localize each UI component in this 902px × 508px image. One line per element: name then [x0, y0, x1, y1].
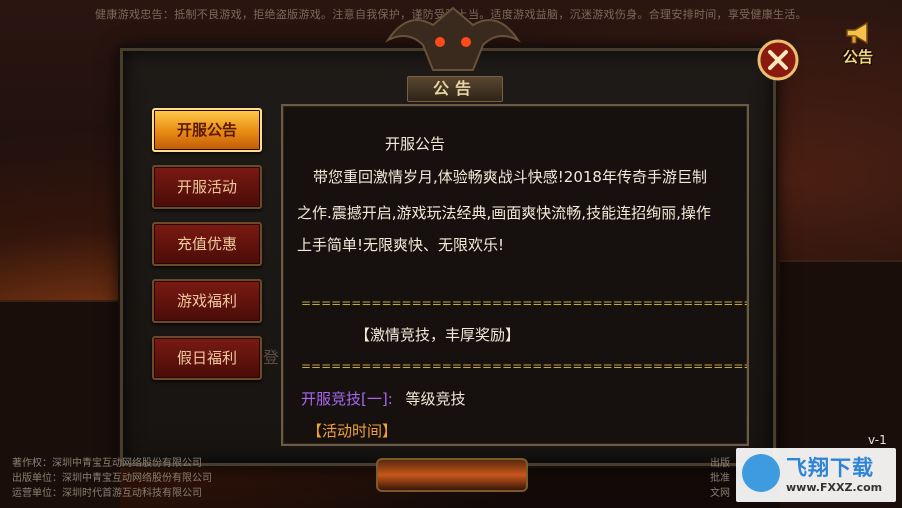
- background-login-text: 登: [263, 348, 280, 367]
- tab-server-opening-notice[interactable]: 开服公告: [152, 108, 262, 152]
- watermark-logo-icon: [742, 454, 780, 492]
- version-label: v-1: [868, 433, 887, 447]
- demon-skull-ornament: [385, 6, 521, 71]
- site-watermark: 飞翔下载 www.FXXZ.com: [736, 448, 896, 502]
- footer-right-line: 批准: [710, 473, 730, 484]
- content-line-3: 上手简单!无限爽快、无限欢乐!: [297, 236, 505, 254]
- separator-top: ========================================…: [301, 296, 749, 310]
- bottom-ornament: [376, 458, 528, 492]
- footer-operator-line: 运营单位：深圳时代首游互动科技有限公司: [12, 488, 202, 499]
- footer-right-line: 出版: [710, 458, 730, 469]
- footer-publisher-line: 出版单位：深圳中青宝互动网络股份有限公司: [12, 473, 212, 484]
- content-line-1: 带您重回激情岁月,体验畅爽战斗快感!2018年传奇手游巨制: [313, 168, 707, 186]
- activity-label: 开服竞技[一]:: [301, 390, 393, 408]
- footer-right-line: 文网: [710, 488, 730, 499]
- tab-game-benefits[interactable]: 游戏福利: [152, 279, 262, 323]
- announcement-content[interactable]: 开服公告 带您重回激情岁月,体验畅爽战斗快感!2018年传奇手游巨制 之作.震撼…: [281, 104, 749, 446]
- watermark-name: 飞翔下载: [786, 456, 874, 480]
- notice-button[interactable]: 公告: [836, 20, 880, 70]
- notice-button-label: 公告: [842, 48, 873, 66]
- dialog-title-plate: 公告: [407, 76, 503, 102]
- section-title: 【激情竞技，丰厚奖励】: [355, 326, 521, 344]
- separator-bottom: ========================================…: [301, 359, 749, 373]
- close-icon[interactable]: [756, 38, 800, 82]
- dialog-title: 公告: [432, 79, 477, 98]
- footer-copyright: 著作权：深圳中青宝互动网络股份有限公司 出版单位：深圳中青宝互动网络股份有限公司…: [12, 456, 212, 501]
- footer-copyright-line: 著作权：深圳中青宝互动网络股份有限公司: [12, 458, 202, 469]
- watermark-url: www.FXXZ.com: [786, 481, 883, 494]
- tab-recharge-offers[interactable]: 充值优惠: [152, 222, 262, 266]
- tab-server-opening-events[interactable]: 开服活动: [152, 165, 262, 209]
- content-heading: 开服公告: [385, 135, 446, 153]
- activity-value: 等级竞技: [405, 390, 466, 408]
- tab-holiday-benefits[interactable]: 假日福利: [152, 336, 262, 380]
- horn-icon: [846, 21, 868, 45]
- content-line-2: 之作.震撼开启,游戏玩法经典,画面爽快流畅,技能连招绚丽,操作: [297, 204, 711, 222]
- activity-time-label: 【活动时间】: [307, 422, 398, 440]
- footer-approval: 出版 批准 文网: [710, 456, 730, 501]
